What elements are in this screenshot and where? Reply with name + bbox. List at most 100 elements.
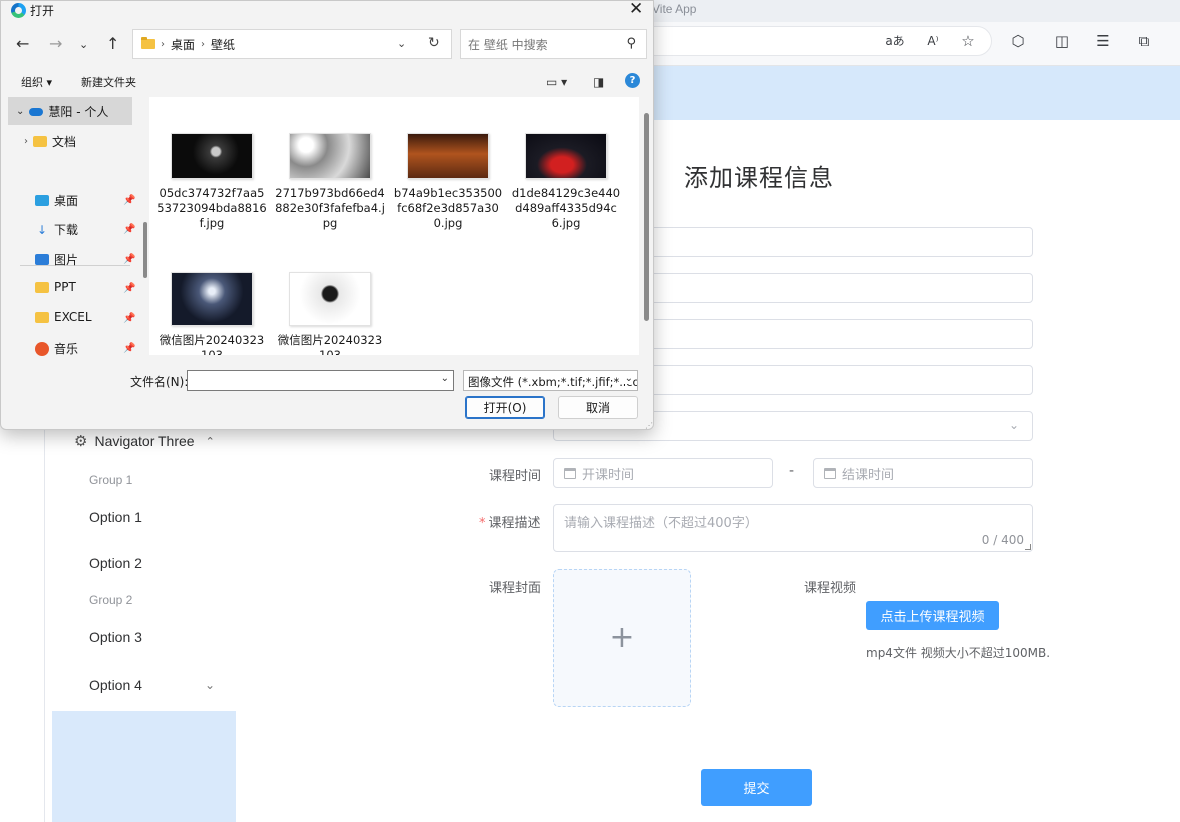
nav-item-excel[interactable]: EXCEL xyxy=(35,310,92,324)
date-range-separator: - xyxy=(789,463,795,479)
breadcrumb-item-wallpaper[interactable]: 壁纸 xyxy=(211,36,235,53)
chevron-down-icon[interactable]: ⌄ xyxy=(205,678,215,692)
upload-video-button[interactable]: 点击上传课程视频 xyxy=(866,601,999,630)
course-cover-label: 课程封面 xyxy=(489,581,542,596)
desktop-icon xyxy=(35,195,49,206)
file-name: 微信图片20240323103 xyxy=(159,333,265,355)
file-thumbnail xyxy=(171,133,253,179)
folder-search-input[interactable]: 在 壁纸 中搜索 ⚲ xyxy=(460,29,647,59)
sidebar-nav-three[interactable]: ⚙ Navigator Three ⌃ xyxy=(74,430,215,452)
search-icon[interactable]: ⚲ xyxy=(626,36,636,51)
file-thumbnail xyxy=(289,133,371,179)
calendar-icon xyxy=(564,467,576,479)
chevron-up-icon: ⌃ xyxy=(205,435,215,448)
sidebar-option-3[interactable]: Option 3 xyxy=(89,629,142,645)
end-date-picker[interactable]: 结课时间 xyxy=(813,458,1033,488)
dialog-titlebar[interactable]: 打开 ✕ xyxy=(1,0,653,21)
help-icon[interactable]: ? xyxy=(625,73,640,88)
browser-tab-title[interactable]: Vite App xyxy=(652,2,696,16)
favorite-star-icon[interactable]: ☆ xyxy=(957,30,979,52)
file-name: b74a9b1ec353500fc68f2e3d857a300.jpg xyxy=(393,186,503,230)
sidebar-group-1: Group 1 xyxy=(89,473,133,487)
path-dropdown-icon[interactable]: ⌄ xyxy=(397,37,406,50)
cancel-button[interactable]: 取消 xyxy=(558,396,638,419)
forward-arrow-icon[interactable]: → xyxy=(49,34,62,53)
navigation-pane: ⌄ 慧阳 - 个人 › 文档 桌面 📌 ↓ 下载 📌 图片 📌 PPT 📌 EX… xyxy=(6,96,147,356)
sidebar-option-1[interactable]: Option 1 xyxy=(89,509,142,525)
file-name: d1de84129c3e440d489aff4335d94c6.jpg xyxy=(511,186,621,230)
new-folder-button[interactable]: 新建文件夹 xyxy=(81,74,136,90)
file-thumbnail xyxy=(407,133,489,179)
nav-item-desktop[interactable]: 桌面 xyxy=(35,192,78,209)
pin-icon: 📌 xyxy=(123,195,136,206)
open-button[interactable]: 打开(O) xyxy=(465,396,545,419)
course-video-label: 课程视频 xyxy=(804,581,857,596)
filename-label: 文件名(N): xyxy=(130,375,189,389)
sidebar-option-4[interactable]: Option 4 xyxy=(89,677,142,693)
nav-item-documents[interactable]: › 文档 xyxy=(24,133,76,150)
course-desc-textarea[interactable]: 请输入课程描述（不超过400字） 0 / 400 xyxy=(553,504,1033,552)
select-chevron-down-icon: ⌄ xyxy=(1009,418,1020,432)
folder-icon xyxy=(35,281,49,293)
read-aloud-icon[interactable]: A⁾ xyxy=(922,30,944,52)
cover-uploader[interactable]: + xyxy=(553,569,691,707)
chevron-down-icon[interactable]: ⌄ xyxy=(441,373,449,384)
filetype-value: 图像文件 (*.xbm;*.tif;*.jfif;*.ico; xyxy=(468,375,638,389)
file-item[interactable]: 微信图片20240323103 xyxy=(153,272,271,355)
folder-icon xyxy=(141,37,155,49)
file-item[interactable]: d1de84129c3e440d489aff4335d94c6.jpg xyxy=(507,133,625,231)
back-arrow-icon[interactable]: ← xyxy=(16,34,29,53)
nav-item-pictures[interactable]: 图片 xyxy=(35,251,78,268)
file-item[interactable]: 2717b973bd66ed4882e30f3fafefba4.jpg xyxy=(271,133,389,231)
file-item[interactable]: 05dc374732f7aa553723094bda8816f.jpg xyxy=(153,133,271,231)
folder-icon xyxy=(35,311,49,323)
preview-pane-icon[interactable]: ◨ xyxy=(593,75,604,89)
sidebar-option-2[interactable]: Option 2 xyxy=(89,555,142,571)
nav-item-onedrive[interactable]: ⌄ 慧阳 - 个人 xyxy=(16,103,108,120)
up-arrow-icon[interactable]: ↑ xyxy=(106,34,119,53)
gear-icon: ⚙ xyxy=(74,433,88,450)
filename-input[interactable]: ⌄ xyxy=(187,370,454,391)
favorites-list-icon[interactable]: ☰ xyxy=(1092,30,1114,52)
translate-icon[interactable]: aあ xyxy=(884,30,906,52)
refresh-icon[interactable]: ↻ xyxy=(428,35,440,51)
extensions-icon[interactable]: ⬡ xyxy=(1007,30,1029,52)
organize-menu[interactable]: 组织 ▾ xyxy=(21,74,52,90)
sidebar-nav-three-label: Navigator Three xyxy=(94,433,195,449)
file-item[interactable]: b74a9b1ec353500fc68f2e3d857a300.jpg xyxy=(389,133,507,231)
sidebar-active-item[interactable] xyxy=(52,711,236,822)
course-time-label: 课程时间 xyxy=(489,469,542,484)
file-pane-scrollbar[interactable] xyxy=(644,113,649,321)
nav-item-downloads[interactable]: ↓ 下载 xyxy=(35,221,78,238)
collections-icon[interactable]: ⧉ xyxy=(1133,30,1155,52)
start-date-picker[interactable]: 开课时间 xyxy=(553,458,773,488)
resize-handle[interactable] xyxy=(1025,544,1031,550)
resize-grip-icon[interactable]: ⋰ xyxy=(645,421,653,430)
end-date-placeholder: 结课时间 xyxy=(842,467,895,483)
breadcrumb-item-desktop[interactable]: 桌面 xyxy=(171,36,195,53)
file-open-dialog: 打开 ✕ ← → ⌄ ↑ › 桌面 › 壁纸 ⌄ ↻ 在 壁纸 中搜索 ⚲ 组织… xyxy=(0,0,654,430)
course-desc-label: * 课程描述 xyxy=(479,516,541,531)
dialog-title: 打开 xyxy=(30,4,55,18)
folder-icon xyxy=(33,136,47,147)
video-upload-tip: mp4文件 视频大小不超过100MB. xyxy=(866,646,1051,660)
view-mode-icon[interactable]: ▭ ▾ xyxy=(546,75,567,89)
nav-item-ppt[interactable]: PPT xyxy=(35,280,76,294)
filetype-select[interactable]: 图像文件 (*.xbm;*.tif;*.jfif;*.ico; ⌄ xyxy=(463,370,638,391)
file-thumbnail xyxy=(525,133,607,179)
close-icon[interactable]: ✕ xyxy=(629,0,643,19)
pin-icon: 📌 xyxy=(123,254,136,265)
recent-chevron-down-icon[interactable]: ⌄ xyxy=(79,38,88,51)
nav-pane-scrollbar[interactable] xyxy=(143,222,147,278)
file-item[interactable]: 微信图片20240323103 xyxy=(271,272,389,355)
nav-item-music[interactable]: 音乐 xyxy=(35,340,78,356)
submit-button[interactable]: 提交 xyxy=(701,769,812,806)
onedrive-icon xyxy=(29,107,44,116)
file-name: 05dc374732f7aa553723094bda8816f.jpg xyxy=(157,186,267,230)
file-thumbnail xyxy=(289,272,371,326)
split-screen-icon[interactable]: ◫ xyxy=(1051,30,1073,52)
plus-icon: + xyxy=(609,620,635,655)
sidebar-group-2: Group 2 xyxy=(89,593,133,607)
file-thumbnail xyxy=(171,272,253,326)
sidebar-divider xyxy=(44,390,45,822)
